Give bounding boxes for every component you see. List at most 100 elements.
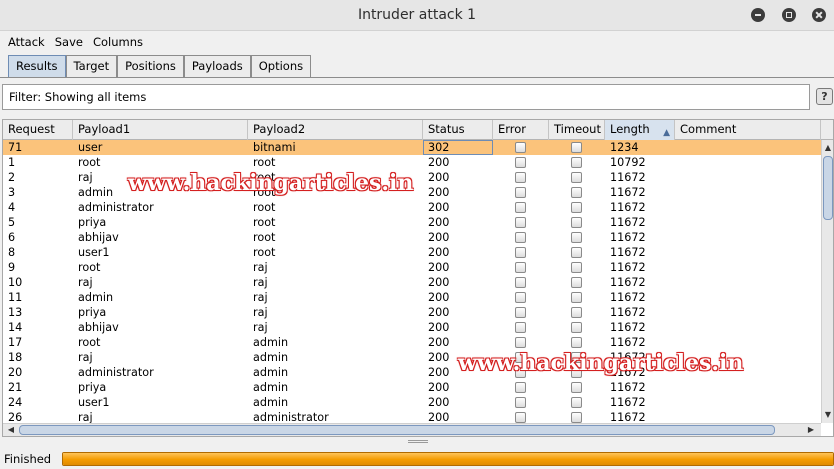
table-row[interactable]: 21 priya admin 200 11672 — [3, 380, 821, 395]
vertical-scrollbar[interactable]: ▲ ▼ — [821, 140, 833, 423]
cell-comment — [675, 335, 821, 350]
cell-payload1: root — [78, 336, 101, 349]
cell-payload1: user — [78, 141, 103, 154]
table-row[interactable]: 4 administrator root 200 11672 — [3, 200, 821, 215]
cell-payload1: priya — [78, 306, 107, 319]
cell-status: 200 — [428, 201, 450, 214]
tab-options[interactable]: Options — [250, 55, 312, 77]
table-row[interactable]: 8 user1 root 200 11672 — [3, 245, 821, 260]
tab-results[interactable]: Results — [8, 55, 66, 77]
table-row[interactable]: 14 abhijav raj 200 11672 — [3, 320, 821, 335]
cell-comment — [675, 410, 821, 423]
tab-payloads[interactable]: Payloads — [183, 55, 251, 77]
maximize-icon[interactable] — [782, 8, 796, 22]
column-header-timeout[interactable]: Timeout — [549, 120, 605, 140]
table-body: 71 user bitnami 302 1234 1 root root 200 10792 2 ra… — [3, 140, 821, 423]
cell-payload2: raj — [253, 321, 268, 334]
minimize-icon[interactable] — [751, 8, 765, 22]
menu-bar: Attack Save Columns — [0, 32, 834, 51]
column-header-request[interactable]: Request — [3, 120, 73, 140]
tab-positions[interactable]: Positions — [117, 55, 184, 77]
cell-payload2: raj — [253, 261, 268, 274]
table-row[interactable]: 17 root admin 200 11672 — [3, 335, 821, 350]
menu-attack[interactable]: Attack — [8, 35, 45, 49]
cell-request: 26 — [8, 411, 23, 423]
cell-status: 200 — [428, 321, 450, 334]
table-row[interactable]: 18 raj admin 200 11672 — [3, 350, 821, 365]
table-row[interactable]: 1 root root 200 10792 — [3, 155, 821, 170]
error-checkbox — [515, 277, 526, 288]
column-header-status[interactable]: Status — [423, 120, 493, 140]
cell-payload1: admin — [78, 291, 114, 304]
scroll-down-icon[interactable]: ▼ — [822, 409, 833, 421]
timeout-checkbox — [571, 292, 582, 303]
timeout-checkbox — [571, 337, 582, 348]
status-bar: Finished — [0, 449, 834, 469]
close-icon[interactable] — [812, 8, 826, 22]
cell-comment — [675, 290, 821, 305]
scroll-up-icon[interactable]: ▲ — [822, 142, 833, 154]
error-checkbox — [515, 262, 526, 273]
table-row[interactable]: 20 administrator admin 200 11672 — [3, 365, 821, 380]
column-header-length[interactable]: Length ▲ — [605, 120, 675, 140]
filter-bar[interactable]: Filter: Showing all items — [2, 84, 810, 110]
cell-payload1: raj — [78, 351, 93, 364]
table-row[interactable]: 13 priya raj 200 11672 — [3, 305, 821, 320]
tab-target[interactable]: Target — [65, 55, 118, 77]
timeout-checkbox — [571, 367, 582, 378]
cell-status: 200 — [428, 246, 450, 259]
table-row[interactable]: 3 admin root 200 11672 — [3, 185, 821, 200]
cell-status: 200 — [428, 231, 450, 244]
table-row[interactable]: 6 abhijav root 200 11672 — [3, 230, 821, 245]
column-header-payload2[interactable]: Payload2 — [248, 120, 423, 140]
error-checkbox — [515, 187, 526, 198]
cell-comment — [675, 245, 821, 260]
cell-payload1: root — [78, 261, 101, 274]
cell-comment — [675, 170, 821, 185]
column-header-comment[interactable]: Comment — [675, 120, 821, 140]
table-row[interactable]: 26 raj administrator 200 11672 — [3, 410, 821, 423]
cell-payload2: raj — [253, 276, 268, 289]
horizontal-scrollbar[interactable]: ◀ ▶ — [3, 423, 821, 436]
cell-status: 200 — [428, 291, 450, 304]
table-row[interactable]: 2 raj root 200 11672 — [3, 170, 821, 185]
column-header-payload1[interactable]: Payload1 — [73, 120, 248, 140]
menu-columns[interactable]: Columns — [93, 35, 143, 49]
menu-save[interactable]: Save — [55, 35, 83, 49]
table-row[interactable]: 10 raj raj 200 11672 — [3, 275, 821, 290]
error-checkbox — [515, 292, 526, 303]
scroll-left-icon[interactable]: ◀ — [5, 424, 17, 436]
timeout-checkbox — [571, 322, 582, 333]
column-header-label: Comment — [680, 122, 737, 136]
scroll-right-icon[interactable]: ▶ — [805, 424, 817, 436]
table-row[interactable]: 24 user1 admin 200 11672 — [3, 395, 821, 410]
cell-payload1: administrator — [78, 366, 154, 379]
timeout-checkbox — [571, 172, 582, 183]
help-icon[interactable]: ? — [816, 88, 833, 105]
error-checkbox — [515, 172, 526, 183]
table-row[interactable]: 5 priya root 200 11672 — [3, 215, 821, 230]
horizontal-scroll-thumb[interactable] — [19, 425, 775, 435]
column-header-error[interactable]: Error — [493, 120, 549, 140]
timeout-checkbox — [571, 232, 582, 243]
cell-request: 21 — [8, 381, 23, 394]
column-header-label: Payload2 — [253, 122, 306, 136]
column-header-label: Status — [428, 122, 465, 136]
table-row[interactable]: 71 user bitnami 302 1234 — [3, 140, 821, 155]
vertical-scroll-thumb[interactable] — [823, 156, 833, 220]
table-row[interactable]: 11 admin raj 200 11672 — [3, 290, 821, 305]
cell-comment — [675, 155, 821, 170]
cell-payload2: admin — [253, 396, 289, 409]
table-row[interactable]: 9 root raj 200 11672 — [3, 260, 821, 275]
cell-comment — [675, 230, 821, 245]
error-checkbox — [515, 307, 526, 318]
pane-splitter[interactable] — [408, 440, 428, 443]
cell-length: 11672 — [610, 171, 646, 184]
cell-comment — [675, 380, 821, 395]
column-header-label: Timeout — [554, 122, 601, 136]
cell-request: 24 — [8, 396, 23, 409]
timeout-checkbox — [571, 352, 582, 363]
cell-payload2: root — [253, 186, 276, 199]
cell-length: 11672 — [610, 201, 646, 214]
cell-request: 10 — [8, 276, 23, 289]
